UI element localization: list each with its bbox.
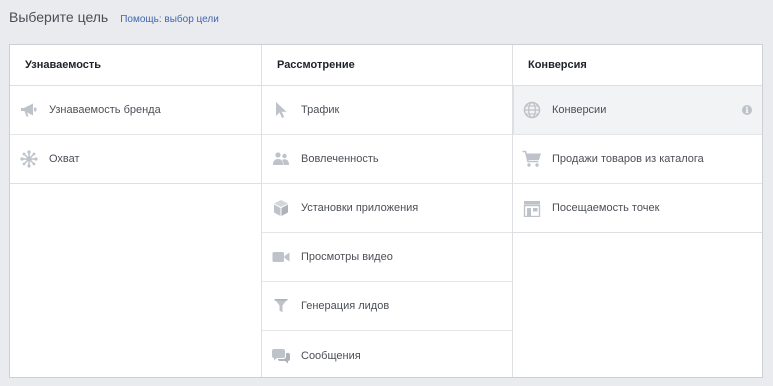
- objective-panel: Узнаваемость Узнаваемость бренда Охват Р…: [9, 44, 763, 378]
- globe-icon: [522, 100, 542, 120]
- objective-label: Установки приложения: [301, 202, 419, 214]
- people-icon: [271, 149, 291, 169]
- objective-label: Охват: [49, 153, 80, 165]
- objective-label: Трафик: [301, 104, 340, 116]
- funnel-icon: [271, 296, 291, 316]
- objective-label: Просмотры видео: [301, 251, 393, 263]
- column-awareness: Узнаваемость Узнаваемость бренда Охват: [10, 45, 261, 377]
- objective-brand-awareness[interactable]: Узнаваемость бренда: [10, 86, 261, 135]
- objective-label: Узнаваемость бренда: [49, 104, 161, 116]
- objective-lead-generation[interactable]: Генерация лидов: [262, 282, 512, 331]
- objective-conversions[interactable]: Конверсии i: [513, 86, 762, 135]
- objective-label: Генерация лидов: [301, 300, 390, 312]
- objective-app-installs[interactable]: Установки приложения: [262, 184, 512, 233]
- objective-label: Конверсии: [552, 104, 607, 116]
- column-conversion: Конверсия Конверсии i Продажи товаров из…: [512, 45, 762, 377]
- column-title-consideration: Рассмотрение: [262, 45, 512, 86]
- objective-label: Посещаемость точек: [552, 202, 660, 214]
- help-link[interactable]: Помощь: выбор цели: [120, 14, 219, 25]
- video-camera-icon: [271, 247, 291, 267]
- objective-messages[interactable]: Сообщения: [262, 331, 512, 380]
- column-title-awareness: Узнаваемость: [10, 45, 261, 86]
- page-title: Выберите цель: [9, 9, 109, 25]
- objective-header: Выберите цель Помощь: выбор цели: [9, 9, 219, 31]
- chat-bubbles-icon: [271, 346, 291, 366]
- cart-icon: [522, 149, 542, 169]
- box-icon: [271, 198, 291, 218]
- objective-label: Продажи товаров из каталога: [552, 153, 704, 165]
- objective-reach[interactable]: Охват: [10, 135, 261, 184]
- column-title-conversion: Конверсия: [513, 45, 762, 86]
- column-consideration: Рассмотрение Трафик Вовлеченность Устано…: [261, 45, 512, 377]
- objective-store-visits[interactable]: Посещаемость точек: [513, 184, 762, 233]
- objective-video-views[interactable]: Просмотры видео: [262, 233, 512, 282]
- objective-label: Сообщения: [301, 349, 361, 362]
- objective-catalog-sales[interactable]: Продажи товаров из каталога: [513, 135, 762, 184]
- reach-icon: [19, 149, 39, 169]
- objective-engagement[interactable]: Вовлеченность: [262, 135, 512, 184]
- store-icon: [522, 198, 542, 218]
- objective-traffic[interactable]: Трафик: [262, 86, 512, 135]
- megaphone-icon: [19, 100, 39, 120]
- objective-label: Вовлеченность: [301, 153, 379, 165]
- cursor-icon: [271, 100, 291, 120]
- info-icon[interactable]: i: [742, 105, 752, 115]
